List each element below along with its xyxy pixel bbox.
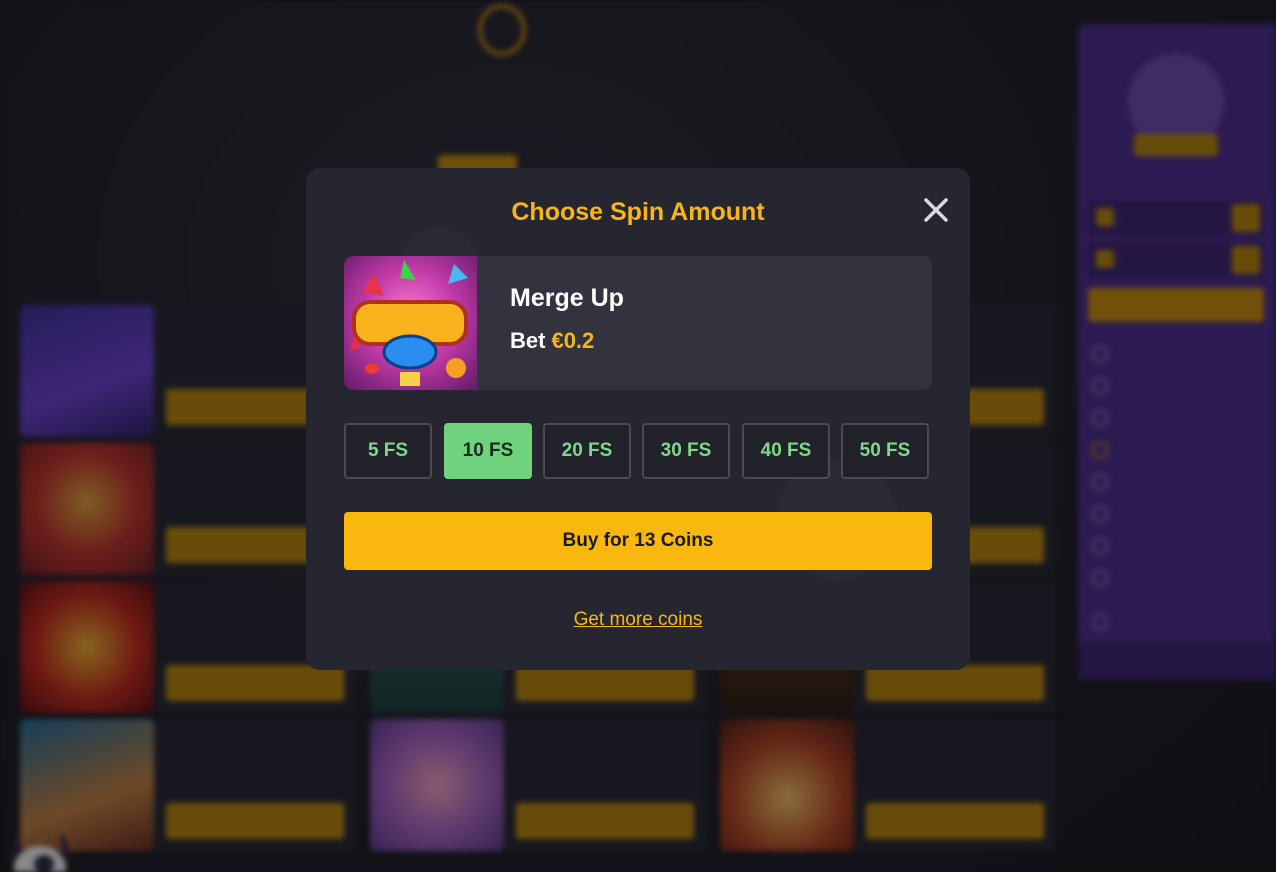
- bet-value: €0.2: [551, 328, 595, 353]
- get-more-coins-link[interactable]: Get more coins: [306, 609, 970, 631]
- merge-up-thumbnail: [344, 256, 477, 390]
- spin-option-50[interactable]: 50 FS: [841, 423, 929, 479]
- close-icon[interactable]: [922, 196, 950, 224]
- spin-option-20[interactable]: 20 FS: [543, 423, 631, 479]
- spin-amount-options: 5 FS 10 FS 20 FS 30 FS 40 FS 50 FS: [344, 423, 932, 479]
- choose-spin-modal: Choose Spin Amount Merge Up Bet €0.2 5 F…: [306, 168, 970, 670]
- spin-option-40[interactable]: 40 FS: [742, 423, 830, 479]
- modal-title: Choose Spin Amount: [511, 198, 765, 226]
- spin-option-5[interactable]: 5 FS: [344, 423, 432, 479]
- game-name: Merge Up: [510, 284, 624, 312]
- bet-label: Bet: [510, 328, 546, 353]
- spin-option-30[interactable]: 30 FS: [642, 423, 730, 479]
- game-bet: Bet €0.2: [510, 328, 594, 354]
- selected-game-card: Merge Up Bet €0.2: [344, 256, 932, 390]
- spin-option-10[interactable]: 10 FS: [444, 423, 532, 479]
- buy-button[interactable]: Buy for 13 Coins: [344, 512, 932, 570]
